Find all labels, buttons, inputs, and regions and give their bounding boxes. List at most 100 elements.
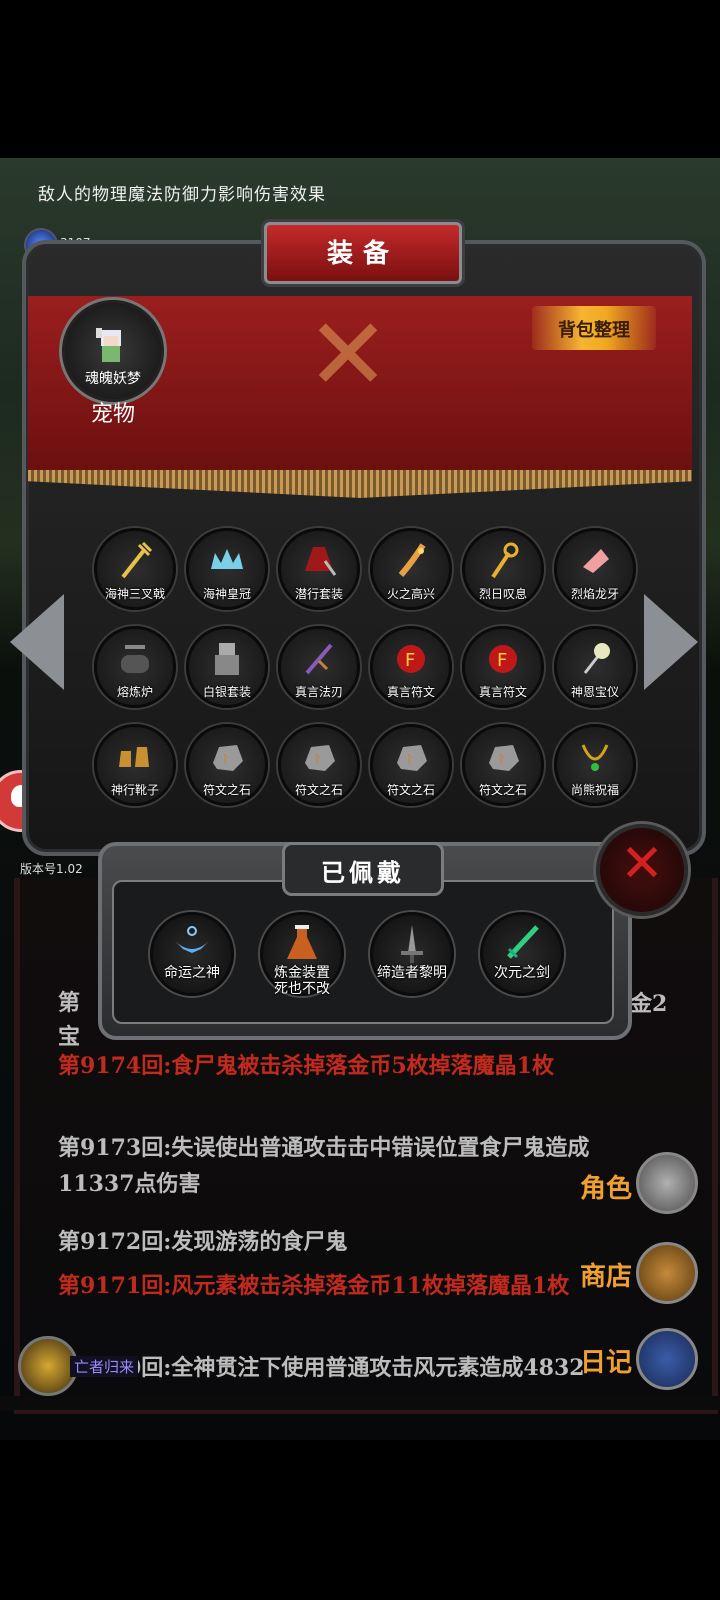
inventory-item-label: 熔炼炉 [116, 685, 153, 699]
log-bottom-bar [0, 1396, 720, 1410]
inventory-slot[interactable]: ᚱ 符文之石 [278, 724, 360, 806]
mantra-blade-icon [305, 643, 333, 675]
inventory-slot[interactable]: ᚱ 符文之石 [370, 724, 452, 806]
top-letterbox [0, 0, 720, 158]
inventory-slot[interactable]: 神行靴子 [94, 724, 176, 806]
crossed-swords-emblem-icon: ✕ [306, 296, 390, 413]
rune-stone-icon: ᚱ [397, 745, 427, 771]
log-entry: 第9174回:食尸鬼被击杀掉落金币5枚掉落魔晶1枚 [58, 1053, 554, 1079]
menu-role-label[interactable]: 角色 [580, 1168, 632, 1205]
pet-name: 魂魄妖梦 [85, 371, 141, 387]
inventory-slot[interactable]: F 真言符文 [462, 626, 544, 708]
log-fragment-right: 金2 [630, 991, 668, 1017]
dimension-sword-icon [507, 925, 539, 959]
svg-text:F: F [405, 650, 415, 671]
rune-stone-icon: ᚱ [305, 745, 335, 771]
inventory-item-label: 符文之石 [294, 783, 343, 797]
sort-bag-button[interactable]: 背包整理 [532, 306, 656, 350]
log-entry: 第9170回:全神贯注下使用普通攻击风元素造成4832 [58, 1355, 585, 1381]
holy-scepter-icon [583, 643, 610, 674]
panel-title: 装备 [326, 239, 399, 269]
beer-mug-icon[interactable] [636, 1242, 698, 1304]
svg-text:ᚱ: ᚱ [498, 752, 505, 766]
dragon-fang-icon [583, 549, 609, 573]
equipped-title: 已佩戴 [321, 859, 405, 887]
log-entry: 第9173回:失误使出普通攻击击中错误位置食尸鬼造成11337点伤害 [58, 1135, 590, 1197]
inventory-item-label: 烈焰龙牙 [570, 587, 619, 601]
equipped-item-label: 缔造者黎明 [377, 965, 447, 981]
boots-icon [119, 747, 149, 767]
rune-red-icon: F [489, 645, 517, 673]
inventory-item-label: 海神皇冠 [202, 587, 251, 601]
inventory-slot[interactable]: 烈日叹息 [462, 528, 544, 610]
close-icon: ✕ [620, 834, 664, 894]
hint-text: 敌人的物理魔法防御力影响伤害效果 [38, 185, 326, 205]
equipped-slot[interactable]: 炼金装置 死也不改 [260, 912, 344, 997]
rune-stone-icon: ᚱ [489, 745, 519, 771]
alchemy-flask-icon [287, 925, 317, 959]
inventory-item-label: 符文之石 [202, 783, 251, 797]
log-fragment-left: 第 宝 [58, 990, 81, 1050]
necklace-icon [581, 744, 609, 771]
undead-label: 亡者归来 [70, 1356, 139, 1377]
furnace-icon [121, 645, 149, 673]
log-entry: 第9171回:风元素被击杀掉落金币11枚掉落魔晶1枚 [58, 1273, 570, 1299]
close-button[interactable]: ✕ [596, 824, 688, 916]
inventory-slot[interactable]: 海神三叉戟 [94, 528, 176, 610]
silver-armor-icon [215, 643, 239, 675]
version-label: 版本号1.02 [20, 862, 83, 876]
inventory-slot[interactable]: 火之高兴 [370, 528, 452, 610]
inventory-slot[interactable]: 真言法刃 [278, 626, 360, 708]
inventory-slot[interactable]: 熔炼炉 [94, 626, 176, 708]
inventory-slot[interactable]: F 真言符文 [370, 626, 452, 708]
sun-staff-icon [491, 542, 519, 579]
pet-label: 宠物 [90, 402, 135, 427]
menu-shop-label[interactable]: 商店 [580, 1256, 632, 1293]
svg-text:ᚱ: ᚱ [222, 752, 229, 766]
inventory-item-label: 真言符文 [478, 685, 527, 699]
inventory-item-label: 真言法刃 [294, 685, 343, 699]
equipped-item-label: 炼金装置 死也不改 [274, 965, 330, 997]
helmet-icon[interactable] [636, 1152, 698, 1214]
inventory-slot[interactable]: ᚱ 符文之石 [186, 724, 268, 806]
title-plate: 装备 [264, 222, 462, 284]
inventory-slot[interactable]: 海神皇冠 [186, 528, 268, 610]
inventory-item-label: 海神三叉戟 [104, 587, 165, 601]
equipped-slot[interactable]: 次元之剑 [480, 912, 564, 996]
undead-avatar-icon[interactable] [18, 1336, 78, 1396]
inventory-slot[interactable]: 烈焰龙牙 [554, 528, 636, 610]
inventory-item-label: 符文之石 [386, 783, 435, 797]
sort-bag-label: 背包整理 [558, 320, 630, 341]
log-entry: 第9172回:发现游荡的食尸鬼 [58, 1229, 348, 1255]
pet-sprite-icon [96, 328, 121, 362]
equipped-title-plate: 已佩戴 [282, 842, 444, 896]
inventory-slot[interactable]: 神恩宝仪 [554, 626, 636, 708]
inventory-slot[interactable]: 白银套装 [186, 626, 268, 708]
inventory-item-label: 神行靴子 [110, 783, 159, 797]
equipped-slot[interactable]: 缔造者黎明 [370, 912, 454, 996]
svg-text:F: F [497, 650, 507, 671]
inventory-slot[interactable]: ᚱ 符文之石 [462, 724, 544, 806]
rune-red-icon: F [397, 645, 425, 673]
svg-text:ᚱ: ᚱ [406, 752, 413, 766]
equipped-item-label: 命运之神 [164, 965, 220, 981]
rune-stone-icon: ᚱ [213, 745, 243, 771]
inventory-item-label: 真言符文 [386, 685, 435, 699]
inventory-slot[interactable]: 尚熊祝福 [554, 724, 636, 806]
fire-blade-icon [398, 543, 426, 577]
book-icon[interactable] [636, 1328, 698, 1390]
inventory-item-label: 符文之石 [478, 783, 527, 797]
trident-icon [121, 541, 153, 579]
inventory-item-label: 白银套装 [202, 685, 251, 699]
inventory-item-label: 火之高兴 [386, 587, 435, 601]
bottom-letterbox [0, 1440, 720, 1600]
inventory-slot[interactable]: 潜行套装 [278, 528, 360, 610]
crown-icon [211, 549, 243, 569]
inventory-item-label: 潜行套装 [294, 587, 343, 601]
inventory-item-label: 尚熊祝福 [570, 783, 619, 797]
fate-amulet-icon [175, 926, 209, 953]
menu-diary-label[interactable]: 日记 [580, 1342, 632, 1379]
equipped-slot[interactable]: 命运之神 [150, 912, 234, 996]
svg-text:ᚱ: ᚱ [314, 752, 321, 766]
greatsword-icon [401, 925, 423, 963]
